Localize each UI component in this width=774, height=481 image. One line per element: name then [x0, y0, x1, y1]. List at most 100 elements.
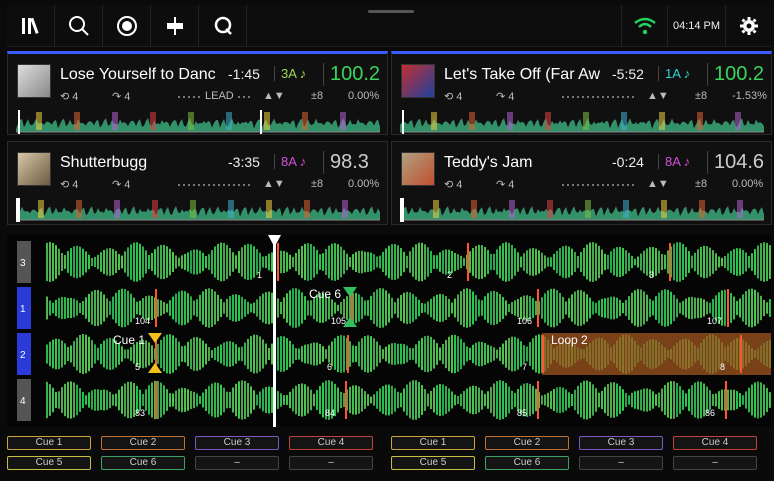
beat-number: 84: [325, 408, 335, 418]
loop2-label: Loop 2: [551, 333, 588, 347]
pitch-range: ±8: [695, 178, 708, 190]
pitch-fader[interactable]: [562, 96, 636, 98]
loop-count: ⟲ 4: [60, 179, 79, 191]
time-remaining: -3:35: [228, 154, 260, 170]
beat-number: 5: [135, 362, 140, 372]
beat-number: 3: [649, 270, 654, 280]
album-art: [401, 152, 435, 186]
split-view-button[interactable]: [151, 5, 199, 47]
beat-number: 104: [135, 316, 150, 326]
track-title: Lose Yourself to Danc: [60, 66, 216, 83]
beat-number: 83: [135, 408, 145, 418]
loop-count: ⟲ 4: [444, 179, 463, 191]
lane-label: 4: [20, 396, 26, 407]
playhead-top: [268, 235, 281, 247]
overview-waveform[interactable]: [400, 110, 764, 134]
cue-pad-5[interactable]: Cue 5: [7, 456, 91, 470]
lead-label: LEAD: [202, 90, 237, 102]
record-icon: [116, 16, 137, 36]
pitch-percent: 0.00%: [348, 90, 380, 102]
q-button[interactable]: [199, 5, 247, 47]
overview-waveform[interactable]: [16, 110, 380, 134]
beat-number: 106: [517, 316, 532, 326]
cue-pad-1[interactable]: Cue 1: [391, 436, 475, 450]
library-button[interactable]: [7, 5, 55, 47]
cue-pad-3[interactable]: Cue 3: [579, 436, 663, 450]
key-label: 1A ♪: [658, 66, 690, 81]
beat-jump: ↷ 4: [496, 91, 515, 103]
album-art: [401, 64, 435, 98]
beat-number: 7: [522, 362, 527, 372]
cue-pad-3[interactable]: Cue 3: [195, 436, 279, 450]
search-button[interactable]: [55, 5, 103, 47]
beat-jump: ↷ 4: [112, 91, 131, 103]
track-title: Teddy's Jam: [444, 154, 533, 171]
album-art: [17, 64, 51, 98]
time-remaining: -5:52: [612, 66, 644, 82]
bpm-value: 100.2: [707, 63, 764, 86]
cue-pads-right: Cue 1 Cue 2 Cue 3 Cue 4 Cue 5 Cue 6– –: [391, 436, 767, 478]
pitch-percent: 0.00%: [348, 178, 380, 190]
pitch-fader[interactable]: [562, 184, 636, 186]
cue1-label: Cue 1: [113, 333, 145, 347]
time-remaining: -0:24: [612, 154, 644, 170]
beat-number: 86: [705, 408, 715, 418]
overview-waveform[interactable]: [16, 198, 380, 222]
nudge-arrows[interactable]: ▲▼: [647, 178, 669, 190]
loop-count: ⟲ 4: [60, 91, 79, 103]
cue-pad-7[interactable]: –: [195, 456, 279, 470]
deck-1[interactable]: Lose Yourself to Danc -1:45 3A ♪ 100.2 ⟲…: [7, 51, 388, 135]
overview-waveform[interactable]: [400, 198, 764, 222]
cue-pads-left: Cue 1 Cue 2 Cue 3 Cue 4 Cue 5 Cue 6– –: [7, 436, 383, 478]
cue-pad-4[interactable]: Cue 4: [673, 436, 757, 450]
cue-pad-8[interactable]: –: [673, 456, 757, 470]
key-label: 8A ♪: [658, 154, 690, 169]
lane-label: 1: [20, 304, 26, 315]
cue-pad-2[interactable]: Cue 2: [485, 436, 569, 450]
library-icon: [21, 17, 39, 34]
gear-icon: [739, 17, 758, 35]
split-view-icon: [166, 17, 183, 35]
beat-number: 105: [331, 316, 346, 326]
beat-jump: ↷ 4: [112, 179, 131, 191]
nudge-arrows[interactable]: ▲▼: [263, 90, 285, 102]
beat-number: 6: [327, 362, 332, 372]
deck-3[interactable]: Shutterbugg -3:35 8A ♪ 98.3 ⟲ 4 ↷ 4 ▲▼ ±…: [7, 141, 388, 225]
pitch-fader[interactable]: [178, 184, 252, 186]
cue-pad-8[interactable]: –: [289, 456, 373, 470]
lane-label: 3: [20, 258, 26, 269]
bpm-value: 104.6: [707, 151, 764, 174]
cue-pad-7[interactable]: –: [579, 456, 663, 470]
settings-button[interactable]: [725, 5, 771, 47]
cue6-label: Cue 6: [309, 287, 341, 301]
record-button[interactable]: [103, 5, 151, 47]
playhead: [273, 235, 276, 427]
cue-pad-6[interactable]: Cue 6: [101, 456, 185, 470]
cue-pad-2[interactable]: Cue 2: [101, 436, 185, 450]
deck-2[interactable]: Let's Take Off (Far Aw -5:52 1A ♪ 100.2 …: [391, 51, 772, 135]
nudge-arrows[interactable]: ▲▼: [647, 90, 669, 102]
waveform-area[interactable]: 3 1 2 4 1 2 3 104 105 106 107 5 6 7 8 83 84 85 86 Cue 6 Cue …: [7, 235, 771, 427]
nudge-arrows[interactable]: ▲▼: [263, 178, 285, 190]
q-icon: [214, 16, 232, 35]
drag-handle[interactable]: [368, 10, 414, 13]
track-title: Shutterbugg: [60, 154, 148, 171]
wifi-button[interactable]: [621, 5, 667, 47]
cue-pad-1[interactable]: Cue 1: [7, 436, 91, 450]
beat-number: 107: [707, 316, 722, 326]
cue-pad-6[interactable]: Cue 6: [485, 456, 569, 470]
waveform-display[interactable]: 3 1 2 4 1 2 3 104 105 106 107 5 6 7 8 83 84 85 86 Cue 6 Cue …: [7, 235, 771, 427]
bpm-value: 100.2: [323, 63, 380, 86]
search-icon: [68, 16, 89, 36]
pitch-range: ±8: [311, 178, 324, 190]
beat-number: 2: [447, 270, 452, 280]
album-art: [17, 152, 51, 186]
time-remaining: -1:45: [228, 66, 260, 82]
wifi-icon: [633, 17, 656, 35]
deck-4[interactable]: Teddy's Jam -0:24 8A ♪ 104.6 ⟲ 4 ↷ 4 ▲▼ …: [391, 141, 772, 225]
cue-pad-5[interactable]: Cue 5: [391, 456, 475, 470]
bpm-value: 98.3: [323, 151, 369, 174]
cue-pad-4[interactable]: Cue 4: [289, 436, 373, 450]
beat-number: 85: [517, 408, 527, 418]
beat-number: 1: [257, 270, 262, 280]
